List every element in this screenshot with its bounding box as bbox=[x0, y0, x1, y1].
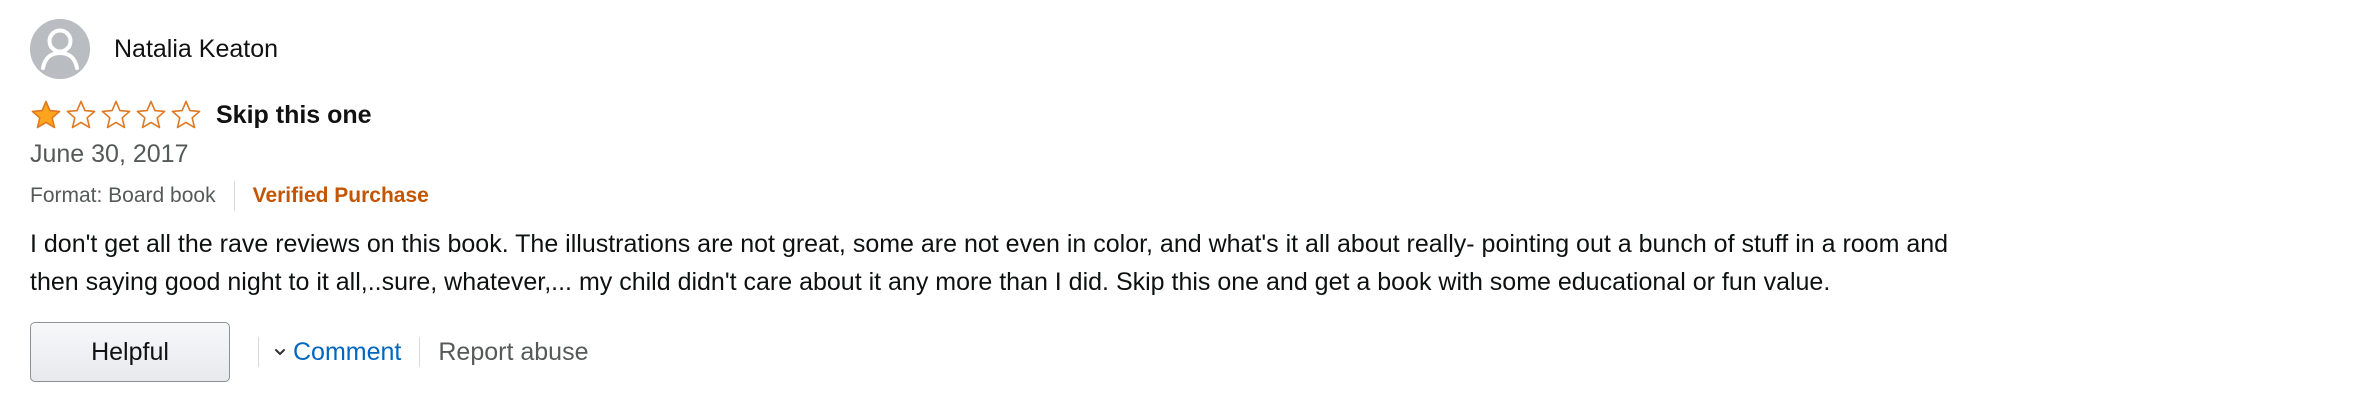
star-empty-icon bbox=[65, 99, 97, 131]
verified-purchase-badge: Verified Purchase bbox=[252, 184, 429, 207]
helpful-button[interactable]: Helpful bbox=[30, 322, 230, 382]
reviewer-name[interactable]: Natalia Keaton bbox=[114, 35, 278, 64]
review-date: June 30, 2017 bbox=[30, 140, 189, 168]
action-divider bbox=[258, 337, 259, 367]
star-empty-icon bbox=[135, 99, 167, 131]
rating-row: Skip this one bbox=[30, 97, 2330, 133]
comment-link[interactable]: Comment bbox=[273, 338, 401, 367]
star-filled-icon bbox=[30, 99, 62, 131]
review-body-line: then saying good night to it all,..sure,… bbox=[30, 268, 1831, 296]
review-body-line: I don't get all the rave reviews on this… bbox=[30, 230, 1949, 258]
review-title[interactable]: Skip this one bbox=[216, 101, 372, 130]
format-label[interactable]: Format: Board book bbox=[30, 184, 216, 208]
default-user-avatar-icon bbox=[30, 19, 90, 79]
star-empty-icon bbox=[170, 99, 202, 131]
comment-link-label: Comment bbox=[293, 337, 402, 366]
reviewer-profile[interactable]: Natalia Keaton bbox=[30, 18, 2330, 80]
customer-review: Natalia Keaton Skip this one June 30, 20… bbox=[30, 18, 2330, 383]
star-rating[interactable] bbox=[30, 99, 202, 131]
report-abuse-link[interactable]: Report abuse bbox=[438, 338, 588, 367]
helpful-button-label: Helpful bbox=[91, 337, 169, 366]
action-divider bbox=[419, 337, 421, 367]
meta-divider bbox=[233, 181, 235, 211]
review-actions: Helpful Comment Report abuse bbox=[30, 321, 2330, 383]
star-empty-icon bbox=[100, 99, 132, 131]
review-body: I don't get all the rave reviews on this… bbox=[30, 225, 2180, 301]
review-meta: Format: Board book Verified Purchase bbox=[30, 179, 2330, 213]
chevron-down-icon bbox=[273, 345, 287, 359]
avatar[interactable] bbox=[30, 19, 90, 79]
